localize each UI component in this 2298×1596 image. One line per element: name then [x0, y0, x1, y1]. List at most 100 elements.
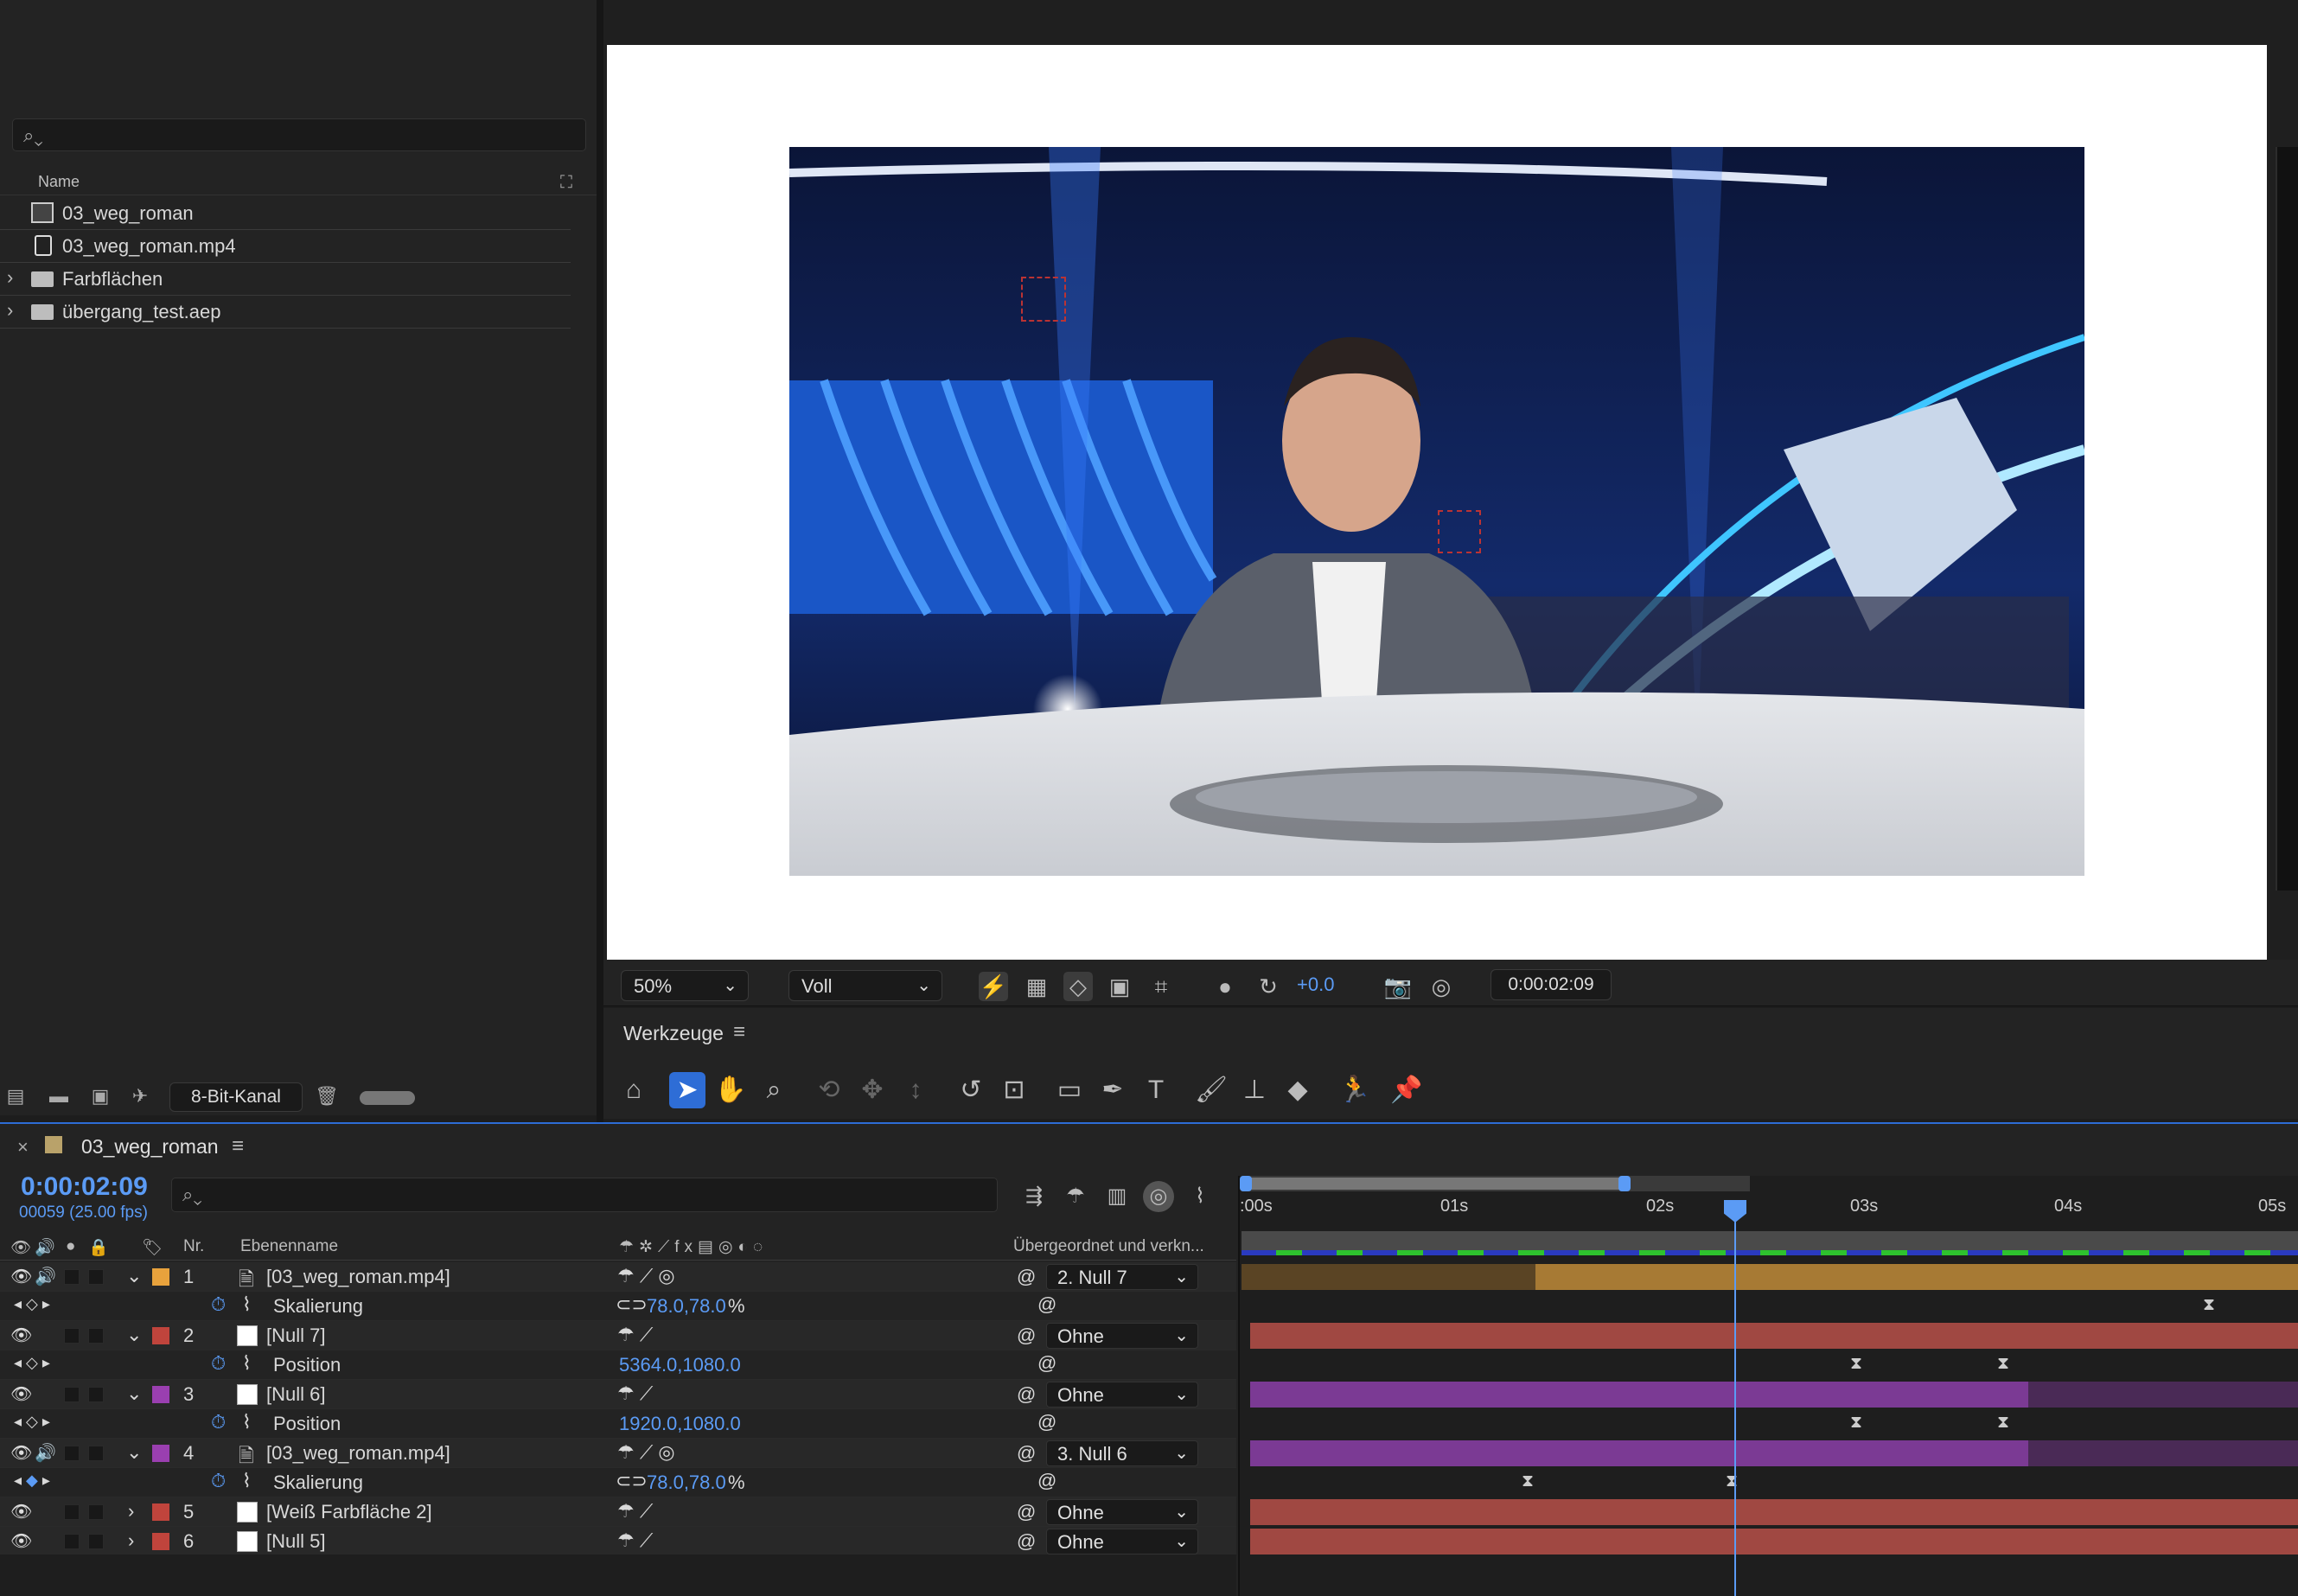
keyframe-navigator[interactable]: ◂ ◇ ▸	[14, 1413, 50, 1431]
null-object-outline[interactable]	[1021, 277, 1066, 322]
label-color[interactable]	[152, 1503, 169, 1521]
eye-icon[interactable]: 👁	[10, 1442, 32, 1464]
keyframe-marker[interactable]: ⧗	[2203, 1295, 2215, 1315]
type-tool-icon[interactable]: T	[1138, 1072, 1174, 1108]
motion-blur-icon[interactable]: ◎	[1143, 1181, 1174, 1212]
color-channels-icon[interactable]: ●	[1210, 972, 1240, 1001]
audio-icon[interactable]: 🔊	[35, 1266, 56, 1287]
pick-whip-icon[interactable]: @	[1017, 1325, 1036, 1347]
eye-icon[interactable]: 👁	[10, 1266, 32, 1287]
lock-toggle[interactable]	[88, 1534, 104, 1549]
eye-icon[interactable]: 👁	[10, 1383, 32, 1405]
snapshot-camera-icon[interactable]: 📷	[1383, 972, 1413, 1001]
rectangle-tool-icon[interactable]: ▭	[1051, 1072, 1088, 1108]
close-tab-icon[interactable]: ×	[17, 1136, 29, 1159]
keyframe-marker[interactable]: ⧗	[1997, 1413, 2009, 1433]
new-folder-icon[interactable]: ▬	[47, 1085, 71, 1107]
pen-tool-icon[interactable]: ✒	[1095, 1072, 1131, 1108]
resolution-dropdown[interactable]: Voll ⌄	[788, 970, 942, 1001]
parent-dropdown[interactable]: 3. Null 6 ⌄	[1046, 1440, 1198, 1466]
grid-guides-icon[interactable]: ⌗	[1146, 972, 1176, 1001]
layer-bar[interactable]	[1250, 1440, 2028, 1466]
flowchart-icon[interactable]: ⛶	[560, 173, 572, 193]
pick-whip-icon[interactable]: @	[1017, 1266, 1036, 1288]
mask-path-visibility-icon[interactable]: ◇	[1063, 972, 1093, 1001]
property-row[interactable]: ◂ ◇ ▸ ⏱ ⌇ Skalierung ⊂⊃ 78.0,78.0 % @	[0, 1292, 1236, 1321]
render-queue-icon[interactable]: ✈	[128, 1085, 152, 1107]
chevron-right-icon[interactable]: ›	[128, 1500, 134, 1523]
time-navigator-range[interactable]	[1245, 1178, 1625, 1190]
pick-whip-icon[interactable]: @	[1017, 1501, 1036, 1523]
keyframe-marker[interactable]: ⧗	[1997, 1354, 2009, 1374]
keyframe-navigator[interactable]: ◂ ◆ ▸	[14, 1472, 50, 1490]
stopwatch-icon[interactable]: ⏱	[211, 1411, 226, 1433]
brush-tool-icon[interactable]: 🖌	[1193, 1072, 1229, 1108]
constrain-proportions-icon[interactable]: ⊂⊃	[616, 1470, 648, 1492]
anchor-point-tool-icon[interactable]: ⊡	[996, 1072, 1032, 1108]
fast-preview-icon[interactable]: ⚡	[979, 972, 1008, 1001]
layer-name[interactable]: [Weiß Farbfläche 2]	[266, 1501, 432, 1523]
property-value[interactable]: 1920.0,1080.0	[619, 1413, 741, 1435]
composition-flowchart-icon[interactable]: ⇶	[1018, 1181, 1050, 1212]
layer-bar-trimmed[interactable]	[2028, 1440, 2298, 1466]
dolly-camera-icon[interactable]: ↕	[897, 1072, 934, 1108]
reset-exposure-icon[interactable]: ↻	[1254, 972, 1283, 1001]
column-name-label[interactable]: Name	[38, 173, 80, 191]
eye-icon[interactable]: 👁	[10, 1325, 32, 1346]
keyframe-navigator[interactable]: ◂ ◇ ▸	[14, 1295, 50, 1313]
current-time-indicator[interactable]	[1734, 1202, 1736, 1596]
project-search-input[interactable]: ⌕⌄	[12, 118, 586, 151]
audio-icon[interactable]: 🔊	[35, 1237, 55, 1258]
chevron-down-icon[interactable]: ⌄	[126, 1441, 142, 1464]
eraser-tool-icon[interactable]: ◆	[1280, 1072, 1316, 1108]
roto-brush-tool-icon[interactable]: 🏃	[1337, 1072, 1373, 1108]
parent-dropdown[interactable]: Ohne ⌄	[1046, 1382, 1198, 1408]
new-composition-icon[interactable]: ▣	[88, 1085, 112, 1107]
hand-tool-icon[interactable]: ✋	[712, 1072, 749, 1108]
expression-pick-whip-icon[interactable]: @	[1037, 1352, 1056, 1375]
eye-icon[interactable]: 👁	[10, 1501, 32, 1523]
pick-whip-icon[interactable]: @	[1017, 1442, 1036, 1465]
label-color[interactable]	[152, 1386, 169, 1403]
pan-camera-icon[interactable]: ✥	[854, 1072, 890, 1108]
chevron-right-icon[interactable]: ›	[7, 299, 13, 322]
show-snapshot-icon[interactable]: ◎	[1427, 972, 1456, 1001]
audio-icon[interactable]: 🔊	[35, 1442, 56, 1464]
panel-menu-icon[interactable]: ≡	[733, 1020, 745, 1044]
property-row[interactable]: ◂ ◇ ▸ ⏱ ⌇ Position 5364.0,1080.0 @	[0, 1350, 1236, 1380]
stopwatch-icon[interactable]: ⏱	[211, 1293, 226, 1316]
layer-name[interactable]: [03_weg_roman.mp4]	[266, 1442, 450, 1465]
layer-switches[interactable]: ☂ ⟋ ◎	[617, 1441, 675, 1464]
constrain-proportions-icon[interactable]: ⊂⊃	[616, 1293, 648, 1316]
exposure-value[interactable]: +0.0	[1297, 974, 1334, 996]
property-value[interactable]: 78.0,78.0	[647, 1472, 726, 1494]
timeline-search-input[interactable]: ⌕⌄	[171, 1178, 998, 1212]
graph-editor-icon[interactable]: ⌇	[1184, 1181, 1216, 1212]
chevron-right-icon[interactable]: ›	[7, 266, 13, 289]
parent-dropdown[interactable]: 2. Null 7 ⌄	[1046, 1264, 1198, 1290]
layer-bar[interactable]	[1250, 1382, 2028, 1408]
lock-toggle[interactable]	[88, 1446, 104, 1461]
layer-bar-trimmed[interactable]	[2028, 1382, 2298, 1408]
label-color[interactable]	[152, 1268, 169, 1286]
lock-toggle[interactable]	[88, 1504, 104, 1520]
panel-divider[interactable]	[597, 0, 603, 1124]
thumbnail-size-slider[interactable]	[360, 1091, 415, 1105]
layer-switches[interactable]: ☂ ⟋	[617, 1382, 653, 1405]
keyframe-marker[interactable]: ⧗	[1850, 1354, 1862, 1374]
shy-layers-icon[interactable]: ☂	[1060, 1181, 1091, 1212]
parent-dropdown[interactable]: Ohne ⌄	[1046, 1323, 1198, 1349]
solo-toggle[interactable]	[64, 1504, 80, 1520]
label-tag-icon[interactable]: 🏷	[142, 1237, 163, 1258]
lock-toggle[interactable]	[88, 1387, 104, 1402]
solo-toggle[interactable]	[64, 1446, 80, 1461]
label-color[interactable]	[152, 1327, 169, 1344]
video-visibility-icon[interactable]: 👁	[10, 1237, 31, 1258]
pick-whip-icon[interactable]: @	[1017, 1530, 1036, 1553]
selection-tool-icon[interactable]: ➤	[669, 1072, 705, 1108]
expression-pick-whip-icon[interactable]: @	[1037, 1470, 1056, 1492]
null-object-outline[interactable]	[1438, 510, 1481, 553]
layer-bar[interactable]	[1250, 1529, 2298, 1555]
trash-icon[interactable]: 🗑	[315, 1085, 339, 1107]
current-timecode[interactable]: 0:00:02:09	[21, 1172, 148, 1202]
